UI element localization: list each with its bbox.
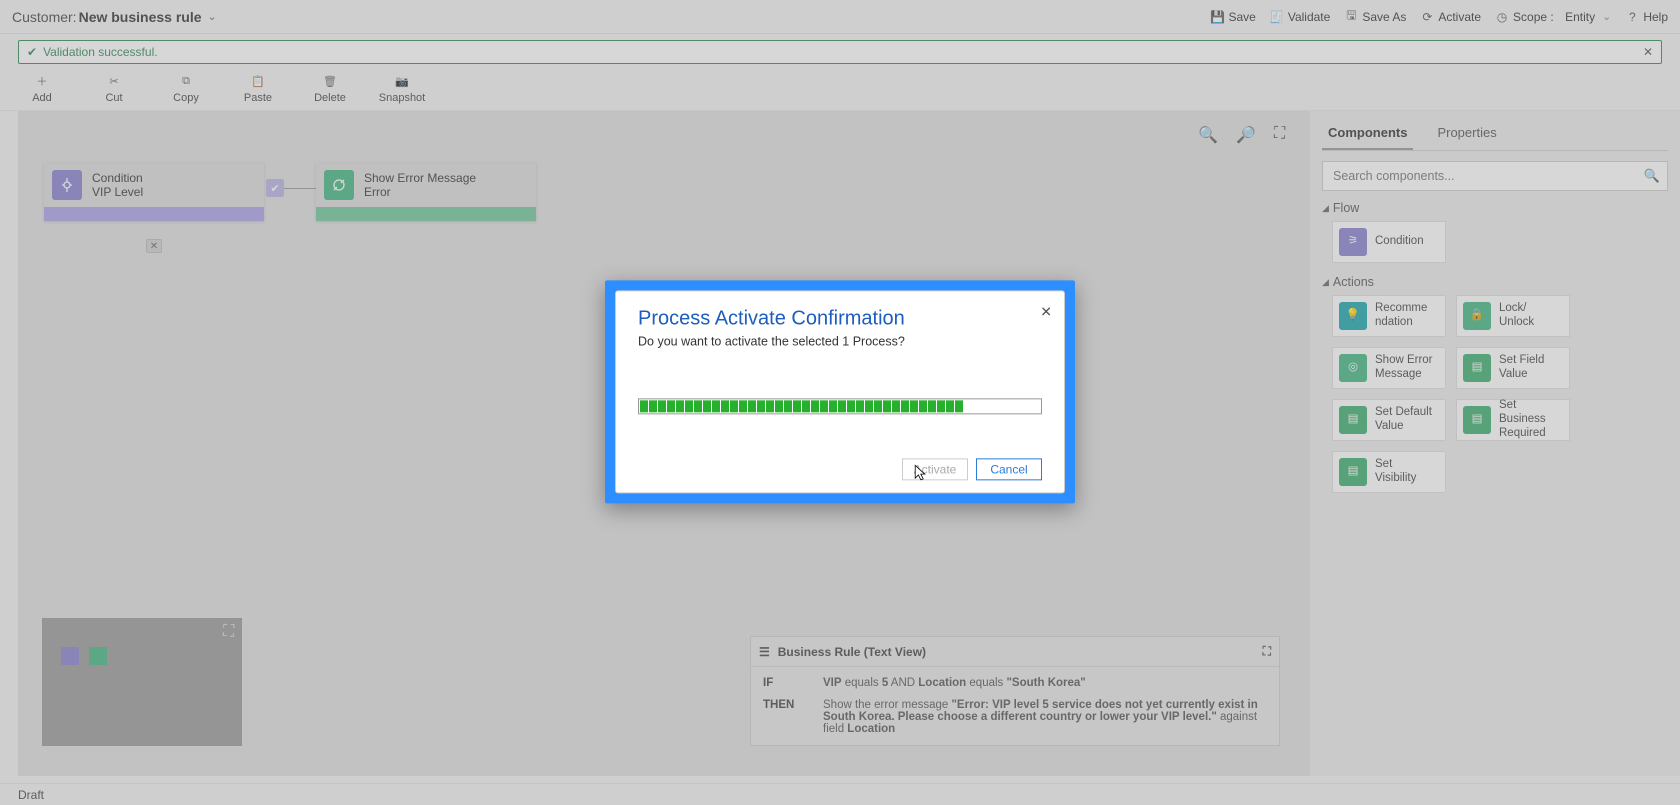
progress-bar (638, 398, 1042, 414)
close-icon[interactable]: ✕ (1040, 303, 1052, 320)
dialog-message: Do you want to activate the selected 1 P… (638, 334, 1042, 348)
activate-confirm-button[interactable]: Activate (902, 458, 968, 480)
activate-dialog: ✕ Process Activate Confirmation Do you w… (605, 280, 1075, 503)
dialog-title: Process Activate Confirmation (638, 307, 1042, 330)
cancel-button[interactable]: Cancel (976, 458, 1042, 480)
